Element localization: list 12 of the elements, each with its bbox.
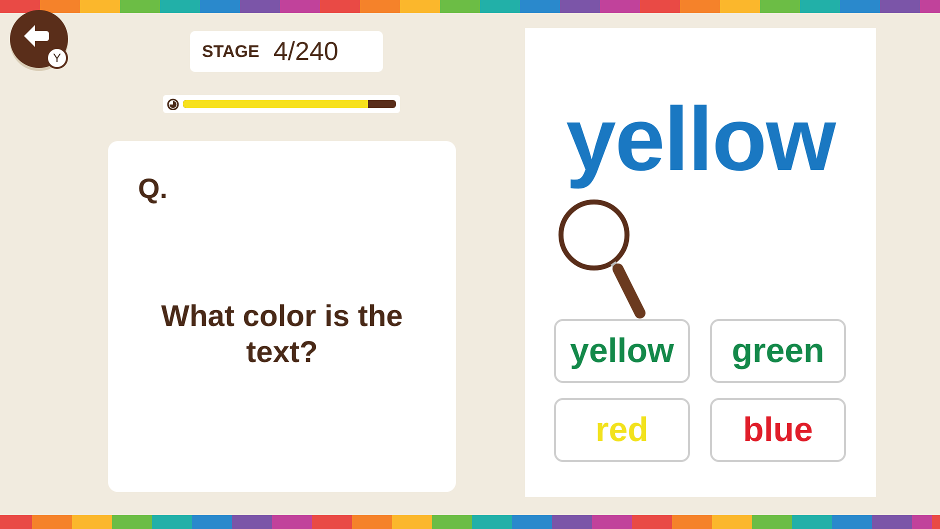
button-hint-badge: Y <box>46 47 68 69</box>
magnifier-icon <box>558 199 648 319</box>
back-button[interactable]: Y <box>10 10 68 68</box>
answer-button[interactable]: yellow <box>554 319 690 383</box>
answer-button[interactable]: blue <box>710 398 846 462</box>
answer-button[interactable]: green <box>710 319 846 383</box>
stopwatch-icon <box>167 98 179 110</box>
question-marker: Q. <box>138 173 168 205</box>
stage-label: STAGE <box>202 42 260 62</box>
question-text: What color is the text? <box>160 299 404 371</box>
stage-counter: 4/240 <box>273 36 338 67</box>
back-arrow-icon <box>24 25 50 47</box>
